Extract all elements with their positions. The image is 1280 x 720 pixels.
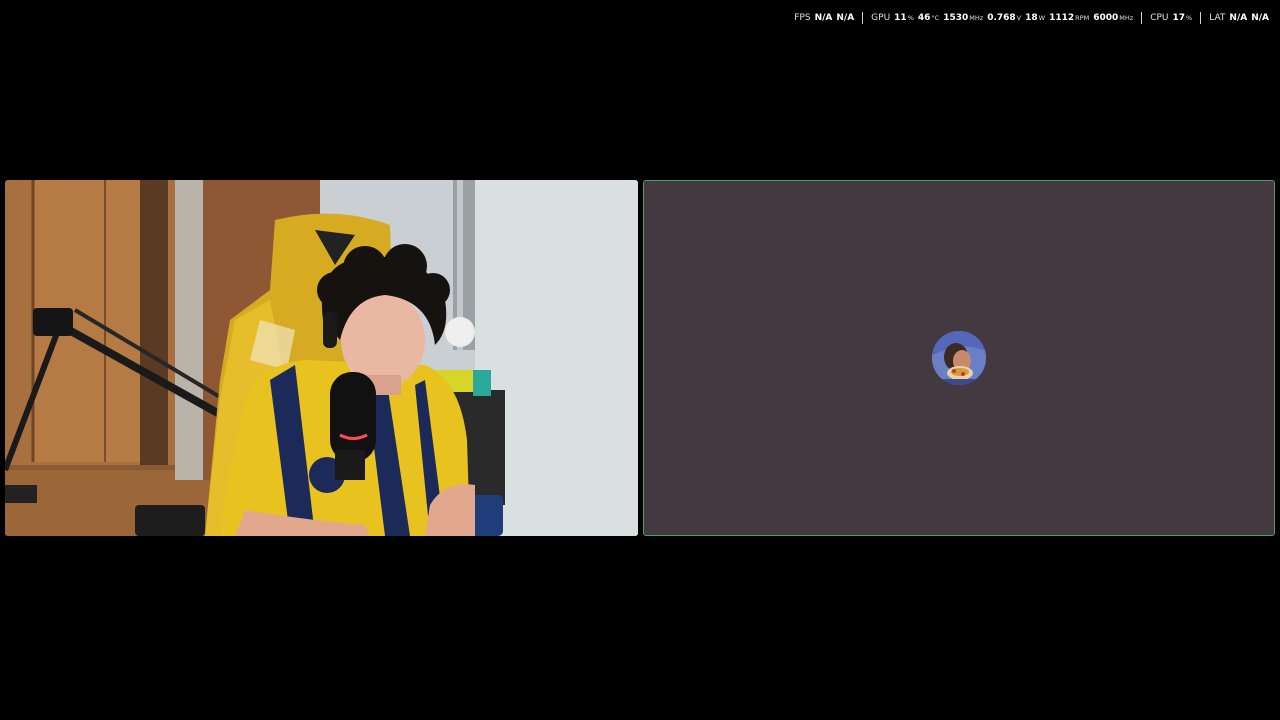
gpu-label: GPU: [871, 13, 891, 23]
participant-avatar-tile[interactable]: [643, 180, 1275, 536]
gpu-mem-clock: 6000 MHz: [1093, 13, 1134, 23]
cpu-group: CPU 17%: [1142, 13, 1200, 23]
cpu-usage: 17%: [1172, 13, 1193, 23]
gpu-voltage: 0.768 V: [987, 13, 1022, 23]
lat-value-2: N/A: [1251, 13, 1269, 23]
participant-avatar[interactable]: [932, 331, 986, 385]
latency-group: LAT N/A N/A: [1201, 13, 1269, 23]
gpu-temp: 46 °C: [917, 13, 940, 23]
gpu-clock: 1530 MHz: [943, 13, 984, 23]
gpu-fan: 1112 RPM: [1049, 13, 1090, 23]
camera-feed-image: [5, 180, 638, 536]
call-screen: FPS N/A N/A GPU 11% 46 °C 1530 MHz 0.768 V …: [0, 0, 1280, 720]
fps-label: FPS: [794, 13, 811, 23]
fps-value: N/A: [814, 13, 833, 23]
gpu-group: GPU 11% 46 °C 1530 MHz 0.768 V 18 W 1112 RPM …: [863, 13, 1141, 23]
gpu-power: 18 W: [1025, 13, 1046, 23]
performance-overlay: FPS N/A N/A GPU 11% 46 °C 1530 MHz 0.768 V …: [786, 12, 1269, 24]
fps-group: FPS N/A N/A: [786, 13, 862, 23]
lat-value: N/A: [1229, 13, 1248, 23]
lat-label: LAT: [1209, 13, 1226, 23]
cpu-label: CPU: [1150, 13, 1169, 23]
gpu-usage: 11%: [894, 13, 914, 23]
avatar-image: [932, 331, 986, 385]
camera-video-tile[interactable]: [5, 180, 638, 536]
fps-low-value: N/A: [836, 13, 855, 23]
